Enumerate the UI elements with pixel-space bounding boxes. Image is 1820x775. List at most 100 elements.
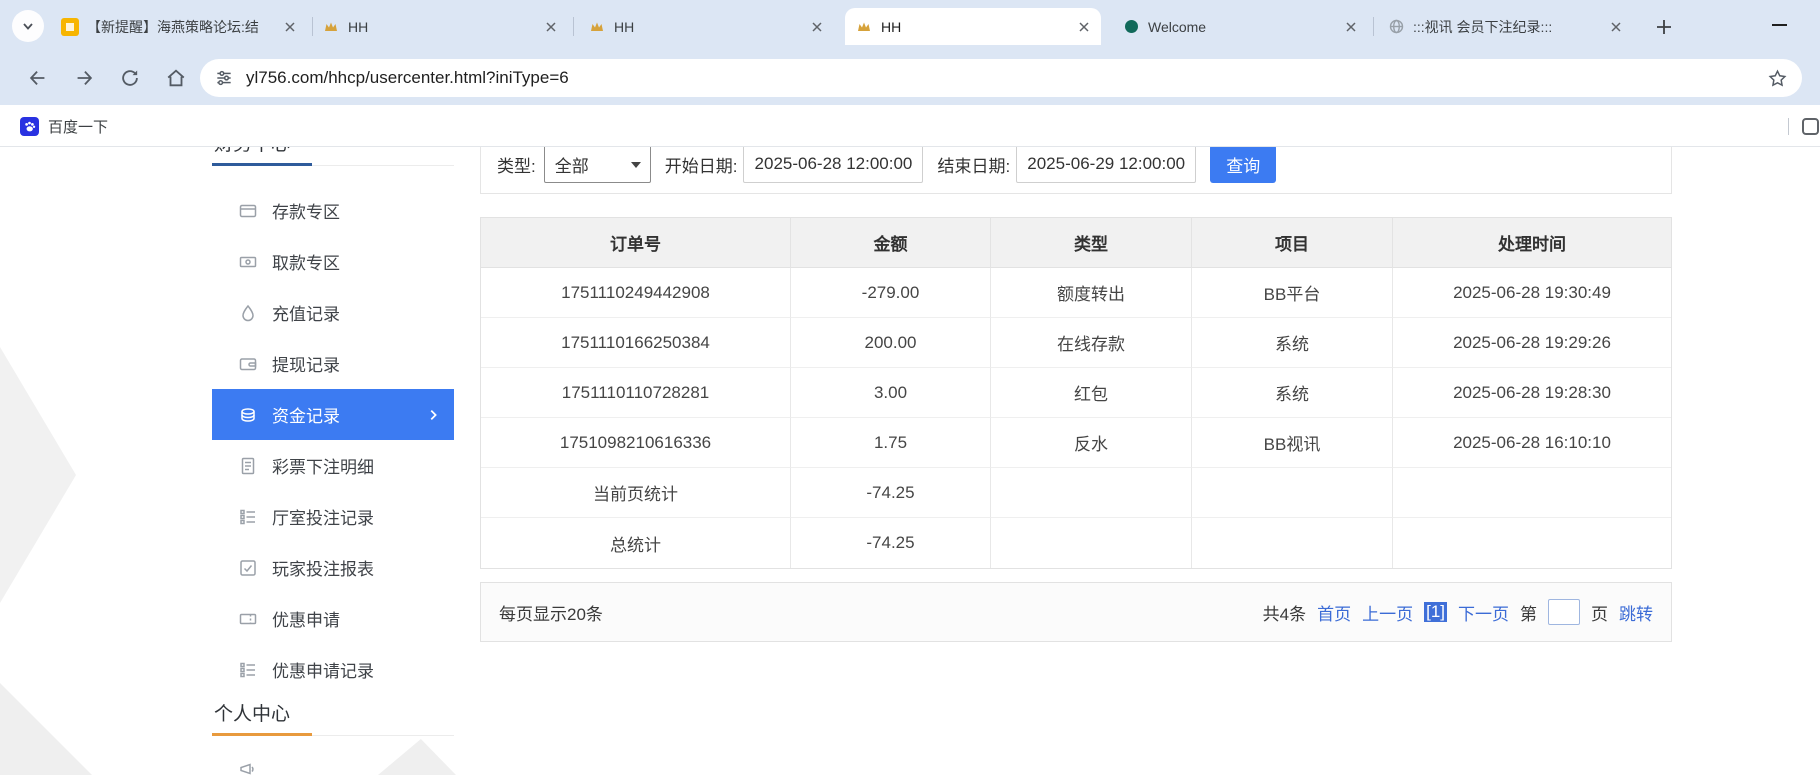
fund-records-table: 订单号 金额 类型 项目 处理时间 1751110249442908 -279.… [480, 217, 1672, 569]
sidebar-item-lottery-bet-details[interactable]: 彩票下注明细 [212, 440, 454, 491]
bookmark-label: 百度一下 [48, 116, 108, 137]
tab-title: :::视讯 会员下注纪录::: [1413, 17, 1599, 37]
droplet-icon [239, 304, 257, 322]
pagination-bar: 每页显示20条 共4条 首页 上一页 [1] 下一页 第 页 跳转 [480, 582, 1672, 642]
tab-hh-1[interactable]: HH [312, 8, 568, 45]
sidebar-section-personal: 个人中心 [212, 699, 454, 736]
amount-cell: 200.00 [791, 318, 991, 368]
bookmark-star-icon[interactable] [1767, 68, 1788, 89]
sidebar-item-recharge-records[interactable]: 充值记录 [212, 287, 454, 338]
tab-forum[interactable]: 【新提醒】海燕策略论坛:结 [51, 8, 307, 45]
sidebar-item-withdraw-zone[interactable]: 取款专区 [212, 236, 454, 287]
project-cell: 系统 [1192, 318, 1393, 368]
empty-cell [991, 518, 1192, 568]
empty-cell [1192, 468, 1393, 518]
project-cell: BB平台 [1192, 268, 1393, 318]
end-date-input[interactable] [1016, 147, 1196, 183]
sidebar-bottom-item[interactable] [212, 743, 454, 775]
sidebar-item-label: 优惠申请记录 [272, 657, 374, 682]
tab-strip: 【新提醒】海燕策略论坛:结 HH HH HH Welcome :::视讯 会员下… [0, 0, 1820, 51]
jump-link[interactable]: 跳转 [1619, 600, 1653, 625]
tab-hh-active[interactable]: HH [845, 8, 1101, 45]
chevron-down-icon [20, 18, 36, 34]
project-cell: 系统 [1192, 368, 1393, 418]
sidebar-item-fund-records[interactable]: 资金记录 [212, 389, 454, 440]
column-header: 金额 [791, 218, 991, 268]
page-jump-input[interactable] [1548, 599, 1580, 625]
current-page-indicator[interactable]: [1] [1424, 602, 1447, 622]
sidebar-section-finance: 财务中心 [212, 147, 454, 166]
amount-cell: 3.00 [791, 368, 991, 418]
sidebar-item-label: 优惠申请 [272, 606, 340, 631]
document-icon [239, 457, 257, 475]
sidebar-item-promo-apply-records[interactable]: 优惠申请记录 [212, 644, 454, 695]
list-icon [239, 508, 257, 526]
tab-title: HH [348, 19, 534, 35]
time-cell: 2025-06-28 19:28:30 [1393, 368, 1671, 418]
page-suffix-text: 页 [1591, 600, 1608, 625]
close-icon[interactable] [808, 18, 826, 36]
crown-favicon-icon [855, 18, 873, 36]
column-header: 类型 [991, 218, 1192, 268]
banknote-icon [239, 253, 257, 271]
close-icon[interactable] [1607, 18, 1625, 36]
grand-total-amount-cell: -74.25 [791, 518, 991, 568]
site-settings-icon[interactable] [214, 68, 234, 88]
sidebar-item-player-bet-report[interactable]: 玩家投注报表 [212, 542, 454, 593]
globe-favicon-icon [1387, 18, 1405, 36]
order-id-cell: 1751098210616336 [481, 418, 791, 468]
sidebar-item-label: 玩家投注报表 [272, 555, 374, 580]
new-tab-button[interactable] [1650, 13, 1678, 41]
bookmarks-bar: 百度一下 [0, 105, 1820, 147]
start-date-input[interactable] [743, 147, 923, 183]
bank-card-icon [239, 202, 257, 220]
sidebar-item-hall-bet-records[interactable]: 厅室投注记录 [212, 491, 454, 542]
tab-hh-2[interactable]: HH [578, 8, 834, 45]
home-button[interactable] [164, 66, 188, 90]
bookmark-baidu[interactable]: 百度一下 [14, 105, 114, 147]
reload-button[interactable] [118, 66, 142, 90]
type-select-value: 全部 [555, 152, 589, 177]
sidebar-item-label: 取款专区 [272, 249, 340, 274]
plus-icon [1655, 18, 1673, 36]
type-cell: 红包 [991, 368, 1192, 418]
close-icon[interactable] [542, 18, 560, 36]
list-icon [239, 661, 257, 679]
type-select[interactable]: 全部 [544, 147, 651, 183]
window-minimize-button[interactable] [1756, 8, 1802, 42]
section-underline [212, 735, 454, 736]
tab-title: HH [881, 19, 1067, 35]
close-icon[interactable] [1075, 18, 1093, 36]
back-button[interactable] [26, 66, 50, 90]
sidebar-item-withdrawal-records[interactable]: 提现记录 [212, 338, 454, 389]
finance-center-title: 财务中心 [212, 147, 454, 156]
minimize-icon [1772, 24, 1787, 26]
forward-button[interactable] [72, 66, 96, 90]
sidebar-item-deposit-zone[interactable]: 存款专区 [212, 185, 454, 236]
grand-total-label-cell: 总统计 [481, 518, 791, 568]
close-icon[interactable] [1342, 18, 1360, 36]
column-header: 项目 [1192, 218, 1393, 268]
prev-page-link[interactable]: 上一页 [1362, 600, 1413, 625]
first-page-link[interactable]: 首页 [1317, 600, 1351, 625]
page-prefix-text: 第 [1520, 600, 1537, 625]
sidebar-item-promo-apply[interactable]: 优惠申请 [212, 593, 454, 644]
close-icon[interactable] [281, 18, 299, 36]
bookmarks-divider [1788, 118, 1789, 135]
report-check-icon [239, 559, 257, 577]
megaphone-icon [239, 760, 257, 775]
tab-welcome[interactable]: Welcome [1112, 8, 1368, 45]
type-cell: 在线存款 [991, 318, 1192, 368]
tab-search-button[interactable] [12, 10, 44, 42]
empty-cell [1393, 468, 1671, 518]
sidebar-item-label: 提现记录 [272, 351, 340, 376]
column-header: 订单号 [481, 218, 791, 268]
welcome-favicon-icon [1122, 18, 1140, 36]
empty-cell [991, 468, 1192, 518]
side-panel-icon[interactable] [1802, 118, 1819, 135]
address-bar[interactable]: yl756.com/hhcp/usercenter.html?iniType=6 [200, 59, 1802, 97]
browser-toolbar: yl756.com/hhcp/usercenter.html?iniType=6 [0, 51, 1820, 105]
next-page-link[interactable]: 下一页 [1458, 600, 1509, 625]
tab-video-records[interactable]: :::视讯 会员下注纪录::: [1377, 8, 1633, 45]
search-button[interactable]: 查询 [1210, 147, 1276, 183]
